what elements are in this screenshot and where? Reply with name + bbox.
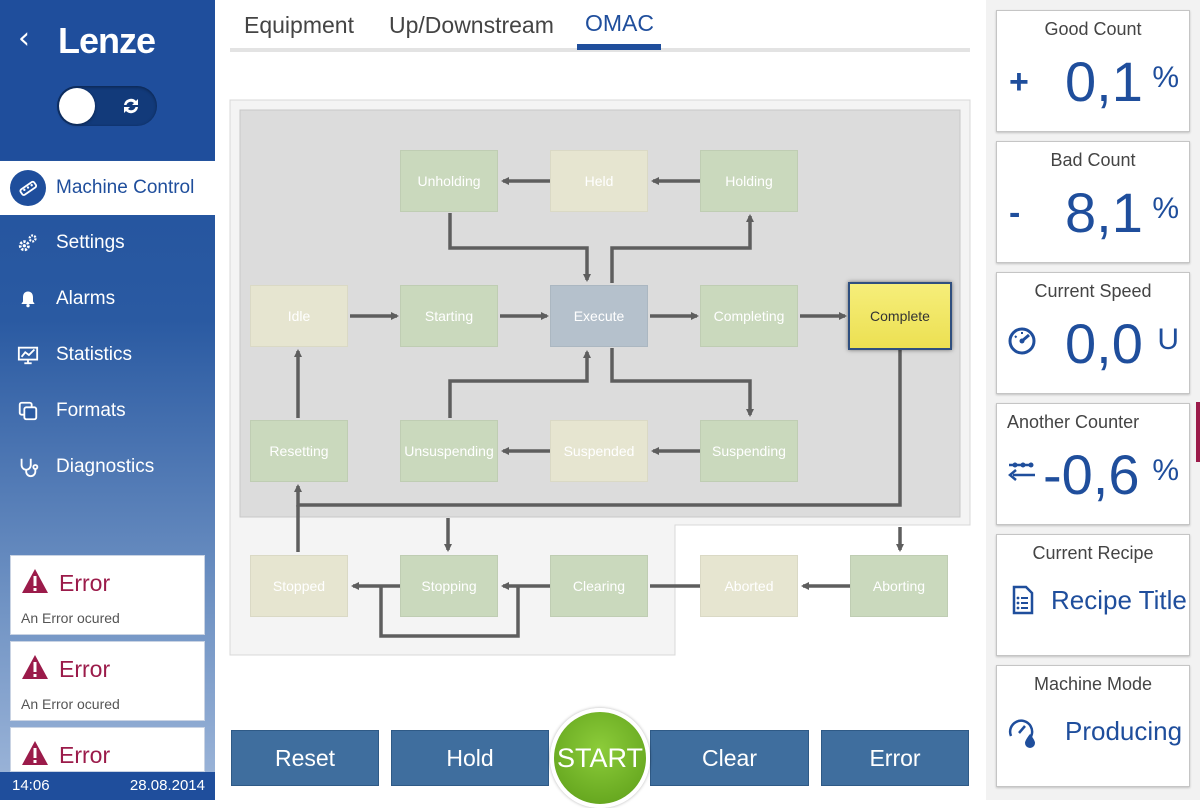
card-value: 8,1 <box>1065 181 1143 244</box>
state-stopped[interactable]: Stopped <box>250 555 348 617</box>
state-execute[interactable]: Execute <box>550 285 648 347</box>
state-unholding[interactable]: Unholding <box>400 150 498 212</box>
state-aborting[interactable]: Aborting <box>850 555 948 617</box>
card-title: Current Recipe <box>1032 543 1154 563</box>
sidebar-item-statistics[interactable]: Statistics <box>0 328 215 382</box>
state-resetting[interactable]: Resetting <box>250 420 348 482</box>
gears-icon <box>0 216 56 270</box>
card-value: 0,1 <box>1065 50 1143 113</box>
warning-icon <box>22 569 48 593</box>
hold-button[interactable]: Hold <box>391 730 549 786</box>
error-notification[interactable]: Error An Error ocured <box>10 641 205 721</box>
clear-button[interactable]: Clear <box>650 730 809 786</box>
state-held[interactable]: Held <box>550 150 648 212</box>
sidebar-item-label: Settings <box>56 232 125 253</box>
current-speed-card[interactable]: Current Speed 0,0 U <box>996 272 1190 394</box>
state-clearing[interactable]: Clearing <box>550 555 648 617</box>
warning-icon <box>22 655 48 679</box>
transfer-icon <box>1008 462 1035 481</box>
card-unit: % <box>1152 192 1179 225</box>
card-title: Bad Count <box>1050 150 1136 170</box>
stethoscope-icon <box>0 440 56 494</box>
state-starting[interactable]: Starting <box>400 285 498 347</box>
start-button[interactable]: START <box>550 708 650 808</box>
gauge-drop-icon <box>1008 719 1035 748</box>
refresh-icon <box>124 98 138 114</box>
sidebar-item-label: Machine Control <box>56 177 195 198</box>
card-value: 0,0 <box>1065 312 1143 375</box>
error-title: Error <box>59 656 111 682</box>
state-idle[interactable]: Idle <box>250 285 348 347</box>
tab-equipment[interactable]: Equipment <box>244 12 354 39</box>
layers-icon <box>0 384 56 438</box>
warning-icon <box>22 741 48 765</box>
good-count-card[interactable]: Good Count + 0,1 % <box>996 10 1190 132</box>
minus-icon: - <box>1009 194 1021 232</box>
card-title: Current Speed <box>1034 281 1152 301</box>
card-value: -0,6 <box>1043 443 1140 506</box>
sidebar-item-label: Statistics <box>56 344 133 365</box>
chart-monitor-icon <box>0 328 56 382</box>
error-message: An Error ocured <box>21 696 120 712</box>
active-tab-indicator <box>577 44 661 50</box>
brand-logo: Lenze <box>58 20 156 61</box>
error-message: An Error ocured <box>21 610 120 626</box>
status-bar: 14:06 28.08.2014 <box>0 772 215 800</box>
state-unsuspending[interactable]: Unsuspending <box>400 420 498 482</box>
card-unit: % <box>1152 454 1179 487</box>
current-recipe-card[interactable]: Current Recipe Recipe Title <box>996 534 1190 656</box>
another-counter-card[interactable]: Another Counter -0,6 % <box>996 403 1190 525</box>
card-value: Recipe Title <box>1051 585 1187 615</box>
state-suspended[interactable]: Suspended <box>550 420 648 482</box>
card-title: Another Counter <box>1007 412 1140 432</box>
tab-omac[interactable]: OMAC <box>585 10 654 37</box>
speedometer-icon <box>1008 327 1036 355</box>
status-date: 28.08.2014 <box>129 777 205 794</box>
card-value: Producing <box>1065 716 1183 746</box>
back-icon[interactable]: ‹ <box>18 24 42 54</box>
tab-up-downstream[interactable]: Up/Downstream <box>389 12 554 39</box>
side-drawer-handle[interactable] <box>1196 402 1200 462</box>
document-icon <box>1012 585 1034 615</box>
error-notification[interactable]: Error <box>10 727 205 772</box>
toggle-knob[interactable] <box>59 88 95 124</box>
bell-icon <box>0 272 56 326</box>
state-stopping[interactable]: Stopping <box>400 555 498 617</box>
state-suspending[interactable]: Suspending <box>700 420 798 482</box>
error-notification[interactable]: Error An Error ocured <box>10 555 205 635</box>
sidebar-item-alarms[interactable]: Alarms <box>0 272 215 326</box>
sidebar-item-label: Alarms <box>56 288 116 309</box>
error-title: Error <box>59 570 111 596</box>
sidebar-header: ‹ Lenze <box>0 0 215 160</box>
sidebar-item-settings[interactable]: Settings <box>0 216 215 270</box>
card-unit: % <box>1152 61 1179 94</box>
card-title: Good Count <box>1044 19 1142 39</box>
machine-mode-card[interactable]: Machine Mode Producing <box>996 665 1190 787</box>
state-aborted[interactable]: Aborted <box>700 555 798 617</box>
machine-control-icon <box>10 170 46 206</box>
state-complete[interactable]: Complete <box>848 282 952 350</box>
state-completing[interactable]: Completing <box>700 285 798 347</box>
bad-count-card[interactable]: Bad Count - 8,1 % <box>996 141 1190 263</box>
card-title: Machine Mode <box>1033 674 1153 694</box>
error-title: Error <box>59 742 111 768</box>
status-time: 14:06 <box>12 777 50 794</box>
sidebar-item-label: Diagnostics <box>56 456 155 477</box>
card-unit: U <box>1157 323 1179 356</box>
sidebar-item-label: Formats <box>56 400 126 421</box>
sidebar-item-diagnostics[interactable]: Diagnostics <box>0 440 215 494</box>
reset-button[interactable]: Reset <box>231 730 379 786</box>
sidebar-item-machine-control[interactable]: Machine Control <box>0 161 215 215</box>
sidebar-item-formats[interactable]: Formats <box>0 384 215 438</box>
sidebar: ‹ Lenze Machine Control Settings Alarms <box>0 0 215 800</box>
error-button[interactable]: Error <box>821 730 969 786</box>
state-holding[interactable]: Holding <box>700 150 798 212</box>
mode-toggle[interactable] <box>57 86 157 126</box>
plus-icon: + <box>1009 63 1029 101</box>
